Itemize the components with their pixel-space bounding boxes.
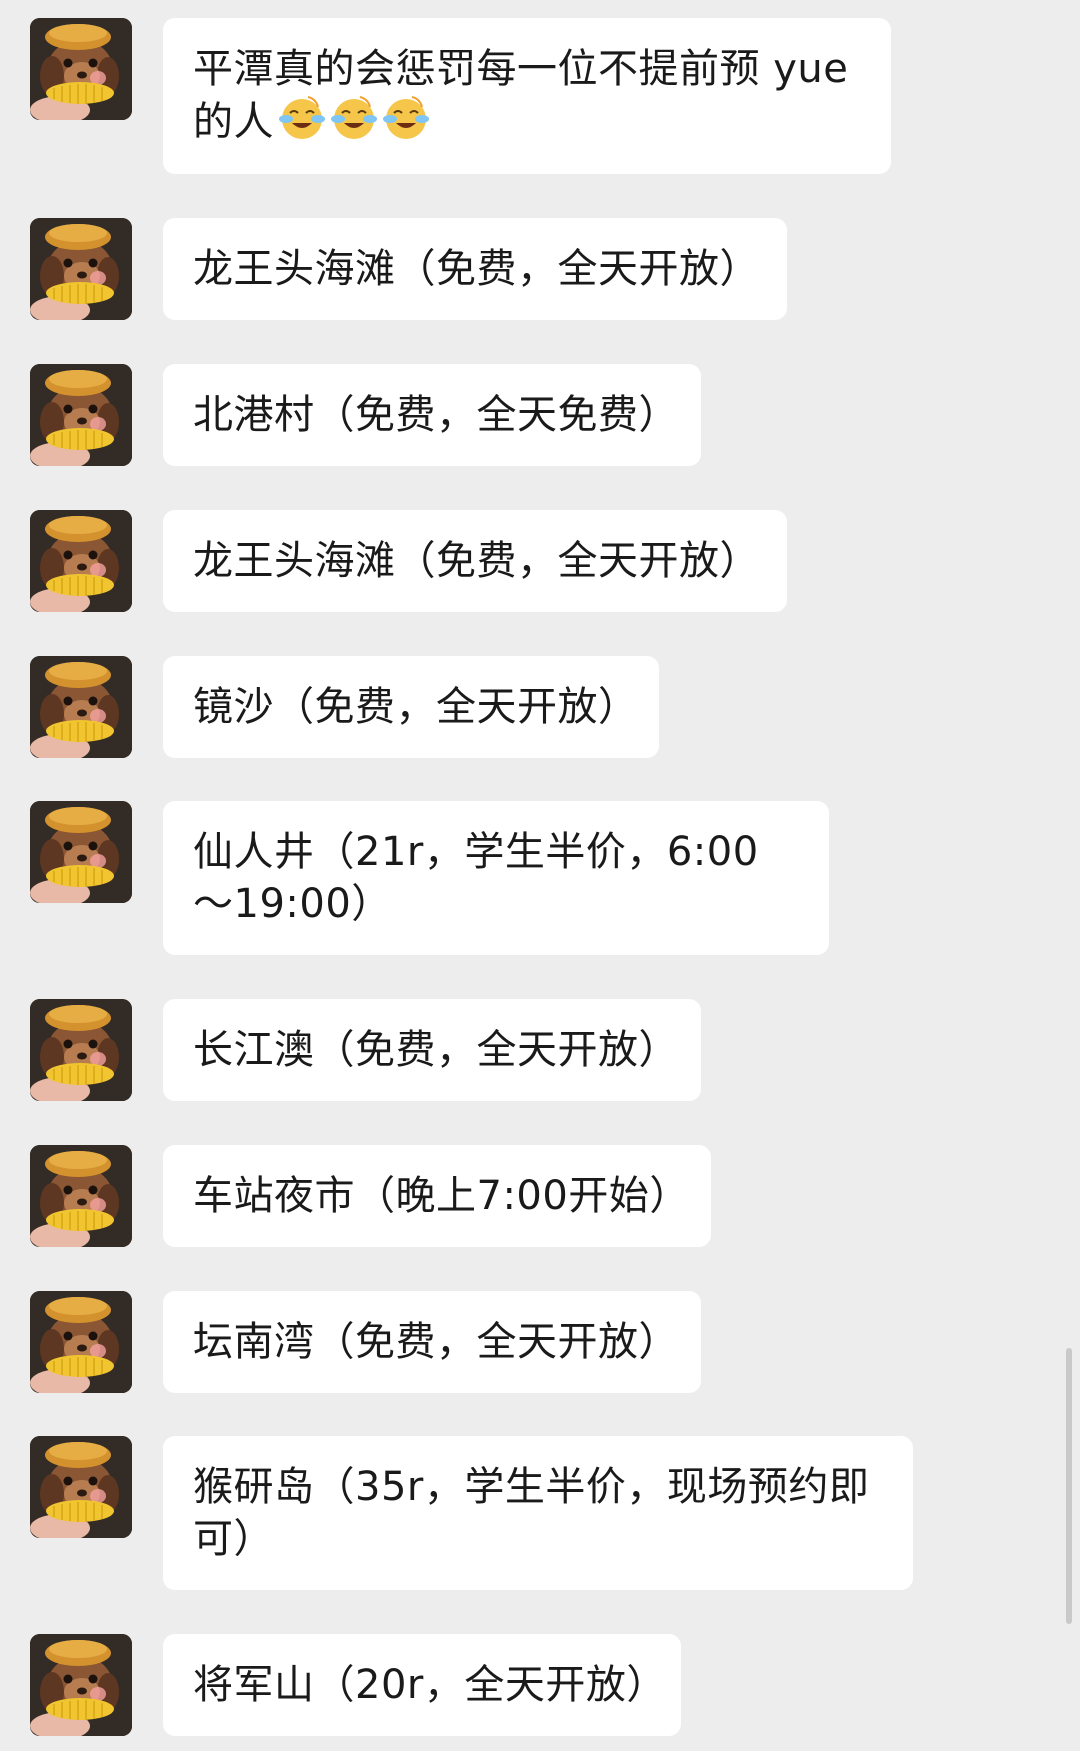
message-bubble[interactable]: 镜沙（免费，全天开放） — [163, 656, 659, 758]
dog-with-bun-avatar[interactable] — [30, 801, 132, 903]
message-text: 将军山（20r，全天开放） — [193, 1662, 667, 1708]
message-bubble[interactable]: 北港村（免费，全天免费） — [163, 364, 701, 466]
message-text: 龙王头海滩（免费，全天开放） — [193, 538, 760, 584]
dog-with-bun-avatar[interactable] — [30, 510, 132, 612]
message-text: 猴研岛（35r，学生半价，现场预约即可） — [193, 1464, 870, 1562]
message-text: 镜沙（免费，全天开放） — [193, 684, 639, 730]
dog-avatar-image — [30, 1291, 132, 1393]
vertical-scrollbar[interactable] — [1066, 1348, 1072, 1624]
dog-with-bun-avatar[interactable] — [30, 999, 132, 1101]
message-text: 龙王头海滩（免费，全天开放） — [193, 246, 760, 292]
dog-avatar-image — [30, 801, 132, 903]
dog-with-bun-avatar[interactable] — [30, 364, 132, 466]
message-text: 坛南湾（免费，全天开放） — [193, 1319, 679, 1365]
laughing-crying-emoji-icon — [382, 96, 430, 140]
message-text: 车站夜市（晚上7:00开始） — [193, 1173, 690, 1219]
dog-with-bun-avatar[interactable] — [30, 656, 132, 758]
message-bubble[interactable]: 车站夜市（晚上7:00开始） — [163, 1145, 711, 1247]
dog-avatar-image — [30, 364, 132, 466]
message-bubble[interactable]: 坛南湾（免费，全天开放） — [163, 1291, 701, 1393]
message-bubble[interactable]: 长江澳（免费，全天开放） — [163, 999, 701, 1101]
dog-with-bun-avatar[interactable] — [30, 218, 132, 320]
dog-with-bun-avatar[interactable] — [30, 1634, 132, 1736]
message-bubble[interactable]: 将军山（20r，全天开放） — [163, 1634, 681, 1736]
dog-avatar-image — [30, 1436, 132, 1538]
dog-avatar-image — [30, 999, 132, 1101]
dog-avatar-image — [30, 656, 132, 758]
dog-with-bun-avatar[interactable] — [30, 1145, 132, 1247]
message-bubble[interactable]: 龙王头海滩（免费，全天开放） — [163, 510, 787, 612]
message-bubble[interactable]: 仙人井（21r，学生半价，6:00～19:00） — [163, 801, 829, 955]
chat-message-list[interactable]: 平潭真的会惩罚每一位不提前预 yue 的人 龙王头海滩（免费，全天开放） 北港村… — [0, 0, 1080, 1751]
message-bubble[interactable]: 平潭真的会惩罚每一位不提前预 yue 的人 — [163, 18, 891, 174]
dog-avatar-image — [30, 510, 132, 612]
dog-avatar-image — [30, 1145, 132, 1247]
message-text: 仙人井（21r，学生半价，6:00～19:00） — [193, 829, 759, 927]
dog-with-bun-avatar[interactable] — [30, 1436, 132, 1538]
dog-avatar-image — [30, 18, 132, 120]
dog-avatar-image — [30, 1634, 132, 1736]
dog-with-bun-avatar[interactable] — [30, 18, 132, 120]
dog-with-bun-avatar[interactable] — [30, 1291, 132, 1393]
laughing-crying-emoji-icon — [330, 96, 378, 140]
message-text: 长江澳（免费，全天开放） — [193, 1027, 679, 1073]
message-bubble[interactable]: 猴研岛（35r，学生半价，现场预约即可） — [163, 1436, 913, 1590]
laughing-crying-emoji-icon — [278, 96, 326, 140]
dog-avatar-image — [30, 218, 132, 320]
message-text: 北港村（免费，全天免费） — [193, 392, 679, 438]
message-bubble[interactable]: 龙王头海滩（免费，全天开放） — [163, 218, 787, 320]
